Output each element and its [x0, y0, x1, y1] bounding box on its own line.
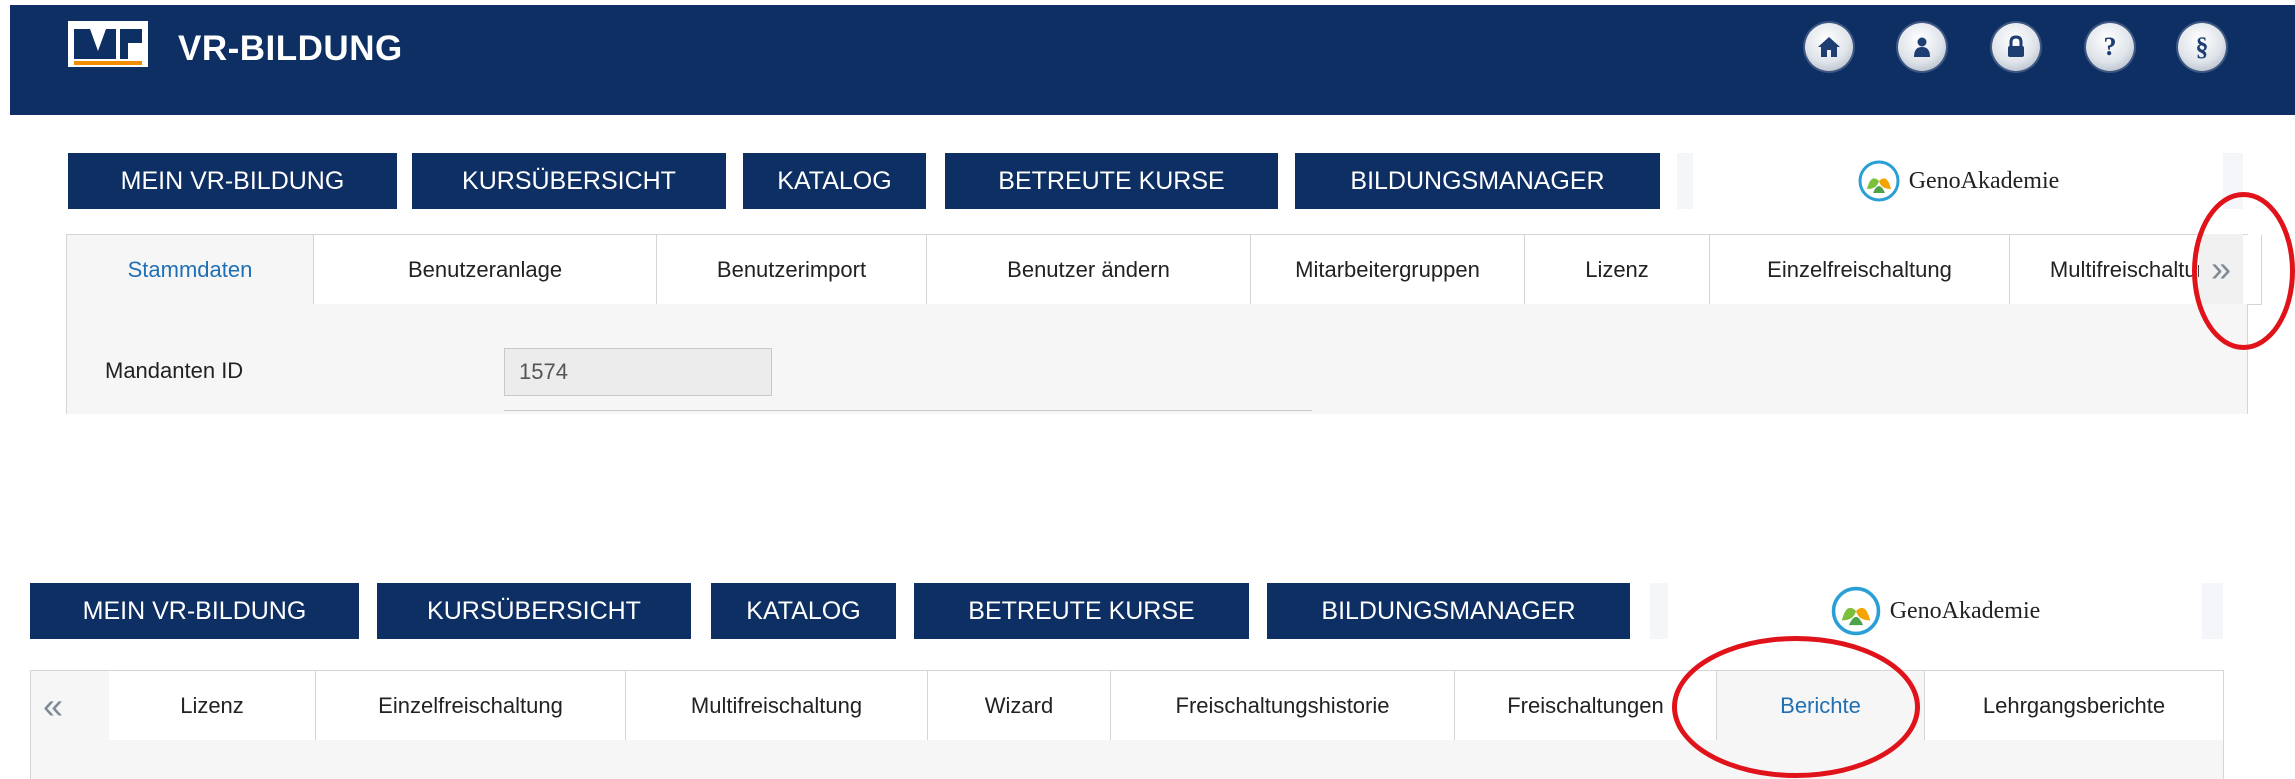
tab-einzelfreischaltung[interactable]: Einzelfreischaltung [316, 671, 626, 741]
tab-multifreischaltung[interactable]: Multifreischaltung [626, 671, 928, 741]
menu-mein-vr-bildung[interactable]: MEIN VR-BILDUNG [68, 153, 397, 209]
menu-betreute-kurse[interactable]: BETREUTE KURSE [945, 153, 1278, 209]
tab-lehrgangsberichte[interactable]: Lehrgangsberichte [1925, 671, 2223, 741]
top-tab-bar: Stammdaten Benutzeranlage Benutzerimport… [66, 234, 2262, 305]
tab-freischaltungshistorie[interactable]: Freischaltungshistorie [1111, 671, 1455, 741]
mandanten-id-label: Mandanten ID [105, 358, 244, 383]
help-icon[interactable]: ? [2086, 23, 2134, 71]
genoakademie-logo-icon [1858, 160, 1900, 202]
menu-katalog[interactable]: KATALOG [711, 583, 896, 639]
tab-wizard[interactable]: Wizard [928, 671, 1111, 741]
paragraph-glyph: § [2195, 32, 2209, 61]
field-divider [504, 410, 1312, 411]
tab-benutzerimport[interactable]: Benutzerimport [657, 235, 927, 305]
menu-kursuebersicht[interactable]: KURSÜBERSICHT [377, 583, 691, 639]
highlight-circle [1672, 636, 1920, 778]
partner-name: GenoAkademie [1889, 597, 2041, 624]
partner-logo-box: GenoAkademie [1650, 583, 2223, 639]
menu-kursuebersicht[interactable]: KURSÜBERSICHT [412, 153, 726, 209]
help-glyph: ? [2103, 32, 2117, 61]
menu-mein-vr-bildung[interactable]: MEIN VR-BILDUNG [30, 583, 359, 639]
partner-name: GenoAkademie [1908, 167, 2060, 194]
genoakademie-logo-icon [1831, 586, 1880, 636]
user-icon[interactable] [1898, 23, 1946, 71]
brand-title: VR-BILDUNG [178, 29, 403, 68]
paragraph-icon[interactable]: § [2178, 23, 2226, 71]
tab-benutzer-aendern[interactable]: Benutzer ändern [927, 235, 1251, 305]
mandanten-id-field[interactable]: 1574 [504, 348, 772, 396]
menu-bildungsmanager[interactable]: BILDUNGSMANAGER [1295, 153, 1660, 209]
tab-einzelfreischaltung[interactable]: Einzelfreischaltung [1710, 235, 2010, 305]
highlight-circle [2192, 192, 2295, 350]
menu-katalog[interactable]: KATALOG [743, 153, 926, 209]
app-header: VR-BILDUNG ? § [10, 5, 2295, 115]
lock-icon[interactable] [1992, 23, 2040, 71]
tab-lizenz[interactable]: Lizenz [109, 671, 316, 741]
prev-tabs-icon[interactable]: « [31, 671, 75, 741]
tab-benutzeranlage[interactable]: Benutzeranlage [314, 235, 657, 305]
partner-logo-box: GenoAkademie [1677, 153, 2243, 209]
home-icon[interactable] [1805, 23, 1853, 71]
tab-mitarbeitergruppen[interactable]: Mitarbeitergruppen [1251, 235, 1525, 305]
menu-betreute-kurse[interactable]: BETREUTE KURSE [914, 583, 1249, 639]
vr-logo-icon[interactable] [68, 21, 148, 67]
menu-bildungsmanager[interactable]: BILDUNGSMANAGER [1267, 583, 1630, 639]
top-content-panel: Mandanten ID 1574 [66, 304, 2248, 414]
tab-stammdaten[interactable]: Stammdaten [67, 235, 314, 305]
tab-lizenz[interactable]: Lizenz [1525, 235, 1710, 305]
